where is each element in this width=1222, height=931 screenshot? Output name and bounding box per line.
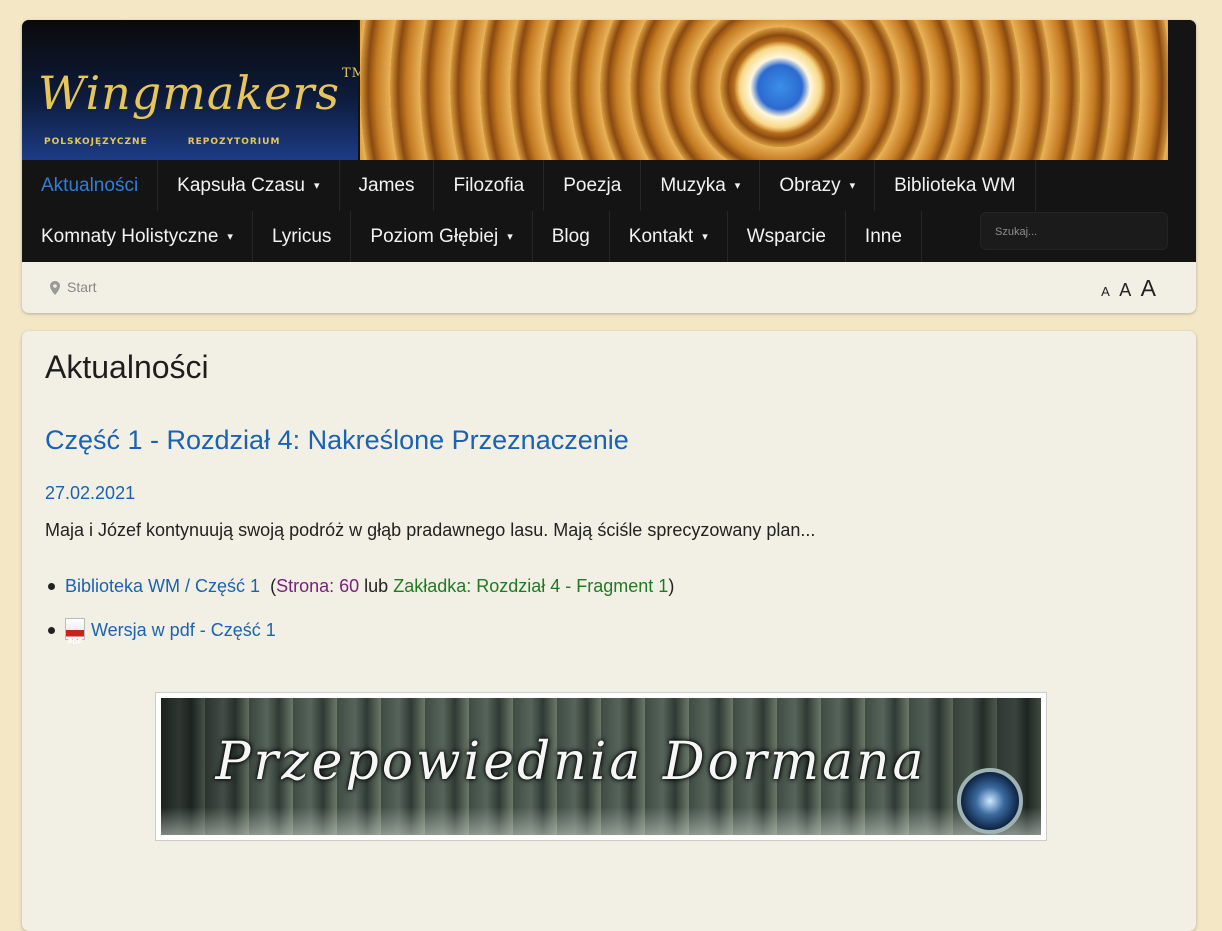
banner-edge (1168, 20, 1196, 160)
biblioteka-link[interactable]: Biblioteka WM / Część 1 (65, 576, 260, 596)
chevron-down-icon: ▾ (849, 180, 856, 192)
chevron-down-icon: ▾ (734, 180, 741, 192)
nav-label: Wsparcie (746, 226, 826, 247)
logo-subtitle-left: POLSKOJĘZYCZNE (44, 137, 148, 147)
nav-item-wsparcie[interactable]: Wsparcie (728, 211, 846, 262)
logo-subtitle: POLSKOJĘZYCZNE REPOZYTORIUM (44, 137, 320, 147)
nav-label: Poezja (563, 175, 622, 196)
chevron-down-icon: ▾ (507, 231, 513, 243)
spiral-staircase-image (360, 20, 1168, 160)
nav-label: Aktualności (41, 175, 139, 196)
nav-label: Muzyka (660, 175, 726, 196)
nav-item-poziom-glebiej[interactable]: Poziom Głębiej ▾ (351, 211, 533, 262)
pdf-icon: PDF (65, 618, 85, 646)
nav-label: Biblioteka WM (894, 175, 1016, 196)
nav-item-aktualnosci[interactable]: Aktualności (22, 160, 159, 211)
site-logo[interactable]: Wingmakers TM POLSKOJĘZYCZNE REPOZYTORIUM (22, 20, 365, 160)
nav-item-biblioteka-wm[interactable]: Biblioteka WM (875, 160, 1036, 211)
pdf-icon-label: PDF (68, 639, 82, 646)
breadcrumb-start[interactable]: Start (67, 279, 97, 295)
nav-item-poezja[interactable]: Poezja (544, 160, 642, 211)
nav-label: Komnaty Holistyczne (41, 226, 219, 247)
nav-row-1: Aktualności Kapsuła Czasu ▾ James Filozof… (22, 160, 1036, 211)
font-size-medium-button[interactable]: A (1119, 280, 1131, 300)
article-intro: Maja i Józef kontynuują swoją podróż w g… (45, 520, 816, 540)
main-navigation: Aktualności Kapsuła Czasu ▾ James Filozof… (22, 160, 1196, 262)
logo-subtitle-right: REPOZYTORIUM (187, 137, 281, 147)
bookmark-reference: Zakładka: Rozdział 4 - Fragment 1 (393, 576, 669, 596)
font-size-small-button[interactable]: A (1101, 284, 1110, 299)
font-size-controls: A A A (1096, 275, 1156, 302)
site-banner: Wingmakers TM POLSKOJĘZYCZNE REPOZYTORIUM (22, 20, 1196, 160)
list-item: PDF Wersja w pdf - Część 1 (45, 617, 674, 661)
chevron-down-icon: ▾ (313, 180, 320, 192)
page-reference: Strona: 60 (276, 576, 360, 596)
dorman-banner[interactable]: Przepowiednia Dormana (155, 692, 1047, 841)
search-placeholder: Szukaj... (995, 226, 1038, 238)
logo-title: Wingmakers TM (38, 66, 366, 120)
article-title-link[interactable]: Część 1 - Rozdział 4: Nakreślone Przezna… (45, 425, 629, 456)
chevron-down-icon: ▾ (227, 231, 233, 243)
nav-item-lyricus[interactable]: Lyricus (253, 211, 352, 262)
nav-label: Poziom Głębiej (370, 226, 499, 247)
nav-label: Kontakt (628, 226, 694, 247)
nav-item-obrazy[interactable]: Obrazy ▾ (760, 160, 876, 211)
or-text: lub (364, 576, 389, 596)
nav-label: Lyricus (271, 226, 332, 247)
nav-label: Inne (864, 226, 902, 247)
nav-label: Blog (551, 226, 590, 247)
nav-item-james[interactable]: James (340, 160, 435, 211)
close-paren: ) (668, 576, 675, 596)
nav-item-blog[interactable]: Blog (533, 211, 610, 262)
nav-item-komnaty-holistyczne[interactable]: Komnaty Holistyczne ▾ (22, 211, 253, 262)
chevron-down-icon: ▾ (702, 231, 708, 243)
dorman-banner-image: Przepowiednia Dormana (161, 698, 1041, 835)
article-date: 27.02.2021 (45, 483, 136, 503)
nav-item-filozofia[interactable]: Filozofia (434, 160, 545, 211)
nav-label: Filozofia (453, 175, 525, 196)
nav-item-kontakt[interactable]: Kontakt ▾ (610, 211, 728, 262)
nav-label: James (358, 175, 415, 196)
banner-title: Przepowiednia Dormana (215, 732, 927, 792)
article-links: Biblioteka WM / Część 1 (Strona: 60 lub … (45, 573, 674, 661)
portal-icon (957, 768, 1023, 834)
list-item: Biblioteka WM / Część 1 (Strona: 60 lub … (45, 573, 674, 617)
breadcrumb: Start A A A (22, 262, 1196, 313)
logo-wordmark: Wingmakers (38, 66, 340, 120)
font-size-large-button[interactable]: A (1141, 275, 1156, 301)
nav-row-2: Komnaty Holistyczne ▾ Lyricus Poziom Głęb… (22, 211, 922, 262)
site-header: Wingmakers TM POLSKOJĘZYCZNE REPOZYTORIUM … (22, 20, 1196, 313)
nav-item-inne[interactable]: Inne (846, 211, 922, 262)
pdf-download-link[interactable]: Wersja w pdf - Część 1 (91, 620, 276, 640)
page-title: Aktualności (45, 349, 209, 385)
main-content: Aktualności Część 1 - Rozdział 4: Nakreś… (22, 331, 1196, 931)
nav-item-muzyka[interactable]: Muzyka ▾ (641, 160, 761, 211)
nav-label: Kapsuła Czasu (177, 175, 305, 196)
nav-item-kapsula-czasu[interactable]: Kapsuła Czasu ▾ (158, 160, 340, 211)
map-pin-icon (50, 281, 60, 295)
nav-label: Obrazy (779, 175, 841, 196)
search-input[interactable]: Szukaj... (980, 212, 1168, 250)
